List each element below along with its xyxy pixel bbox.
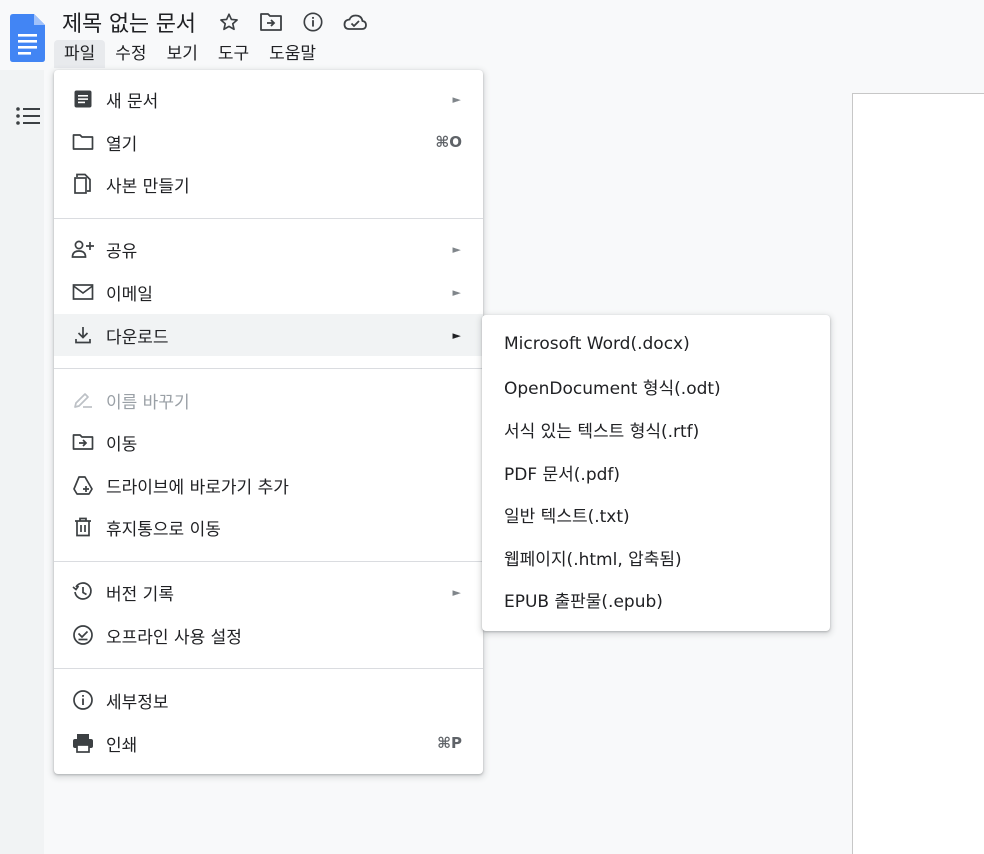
submenu-arrow-icon: ► (452, 285, 461, 299)
title-icons (216, 9, 368, 35)
menu-item-label: 공유 (106, 241, 138, 262)
trash-icon (71, 515, 95, 539)
menu-item-label: 사본 만들기 (106, 176, 190, 197)
download-option-odt[interactable]: OpenDocument 형식(.odt) (482, 365, 830, 407)
menu-help[interactable]: 도움말 (259, 40, 326, 68)
email-icon (71, 280, 95, 304)
download-option-pdf[interactable]: PDF 문서(.pdf) (482, 451, 830, 493)
menu-item-move[interactable]: 이동 (54, 421, 483, 463)
download-option-label: OpenDocument 형식(.odt) (504, 378, 721, 399)
document-title[interactable]: 제목 없는 문서 (62, 6, 196, 38)
add-person-icon (71, 237, 95, 261)
left-panel (0, 70, 44, 854)
submenu-arrow-icon: ► (452, 328, 461, 342)
menu-divider (54, 218, 483, 219)
download-option-rtf[interactable]: 서식 있는 텍스트 형식(.rtf) (482, 408, 830, 450)
star-icon[interactable] (216, 9, 242, 35)
download-icon (71, 323, 95, 347)
menu-item-label: 오프라인 사용 설정 (106, 627, 242, 648)
menu-item-new-document[interactable]: 새 문서 ► (54, 78, 483, 120)
submenu-arrow-icon: ► (452, 92, 461, 106)
cloud-icon[interactable] (342, 9, 368, 35)
download-option-label: 서식 있는 텍스트 형식(.rtf) (504, 421, 700, 442)
menu-item-open[interactable]: 열기 ⌘O (54, 121, 483, 163)
menu-divider (54, 668, 483, 669)
menu-tools[interactable]: 도구 (208, 40, 259, 68)
outline-list-icon[interactable] (15, 104, 41, 128)
submenu-arrow-icon: ► (452, 242, 461, 256)
submenu-arrow-icon: ► (452, 585, 461, 599)
menu-item-label: 새 문서 (106, 91, 159, 112)
menu-item-label: 버전 기록 (106, 584, 174, 605)
menu-item-label: 열기 (106, 134, 138, 155)
menu-item-label: 드라이브에 바로가기 추가 (106, 477, 289, 498)
menu-view[interactable]: 보기 (157, 40, 208, 68)
shortcut-text: ⌘P (437, 734, 462, 752)
download-option-txt[interactable]: 일반 텍스트(.txt) (482, 493, 830, 535)
download-option-docx[interactable]: Microsoft Word(.docx) (482, 323, 830, 365)
print-icon (71, 731, 95, 755)
download-submenu: Microsoft Word(.docx) OpenDocument 형식(.o… (482, 315, 830, 631)
menu-item-label: 이메일 (106, 284, 153, 305)
menu-item-download[interactable]: 다운로드 ► (54, 314, 483, 356)
info-icon (71, 688, 95, 712)
copy-icon (71, 172, 95, 196)
download-option-label: Microsoft Word(.docx) (504, 334, 690, 354)
menu-item-label: 이동 (106, 434, 138, 455)
download-option-label: EPUB 출판물(.epub) (504, 591, 663, 612)
download-option-html[interactable]: 웹페이지(.html, 압축됨) (482, 536, 830, 578)
download-option-epub[interactable]: EPUB 출판물(.epub) (482, 578, 830, 620)
menu-item-label: 휴지통으로 이동 (106, 519, 221, 540)
shortcut-text: ⌘O (435, 133, 462, 151)
google-docs-window: 제목 없는 문서 파일 수정 보기 도구 도움말 새 문서 ► 열기 ⌘O 사본… (0, 0, 984, 854)
menu-item-print[interactable]: 인쇄 ⌘P (54, 722, 483, 764)
menu-divider (54, 561, 483, 562)
menu-item-details[interactable]: 세부정보 (54, 679, 483, 721)
menu-bar: 파일 수정 보기 도구 도움말 (54, 40, 326, 68)
offline-check-icon (71, 623, 95, 647)
menu-item-share[interactable]: 공유 ► (54, 228, 483, 270)
menu-file[interactable]: 파일 (54, 40, 106, 68)
rename-icon (71, 388, 95, 412)
history-icon (71, 580, 95, 604)
title-row: 제목 없는 문서 (62, 6, 368, 38)
menu-item-add-drive-shortcut[interactable]: 드라이브에 바로가기 추가 (54, 464, 483, 506)
menu-item-label: 세부정보 (106, 692, 169, 713)
menu-item-version-history[interactable]: 버전 기록 ► (54, 571, 483, 613)
menu-item-label: 이름 바꾸기 (106, 392, 190, 413)
file-menu: 새 문서 ► 열기 ⌘O 사본 만들기 공유 ► 이메일 ► 다운로드 ► 이름… (54, 70, 483, 774)
folder-icon (71, 130, 95, 154)
move-folder-icon[interactable] (258, 9, 284, 35)
drive-shortcut-icon (71, 473, 95, 497)
download-option-label: 웹페이지(.html, 압축됨) (504, 549, 682, 570)
menu-item-rename: 이름 바꾸기 (54, 379, 483, 421)
menu-item-move-to-trash[interactable]: 휴지통으로 이동 (54, 506, 483, 548)
menu-divider (54, 368, 483, 369)
menu-item-email[interactable]: 이메일 ► (54, 271, 483, 313)
menu-item-label: 다운로드 (106, 327, 169, 348)
menu-item-make-copy[interactable]: 사본 만들기 (54, 163, 483, 205)
document-icon (71, 87, 95, 111)
info-icon[interactable] (300, 9, 326, 35)
download-option-label: 일반 텍스트(.txt) (504, 506, 630, 527)
move-folder-icon (71, 430, 95, 454)
document-page[interactable] (852, 93, 984, 854)
menu-edit[interactable]: 수정 (105, 40, 156, 68)
docs-logo-icon[interactable] (10, 14, 45, 62)
download-option-label: PDF 문서(.pdf) (504, 464, 621, 485)
menu-item-offline[interactable]: 오프라인 사용 설정 (54, 614, 483, 656)
menu-item-label: 인쇄 (106, 735, 138, 756)
